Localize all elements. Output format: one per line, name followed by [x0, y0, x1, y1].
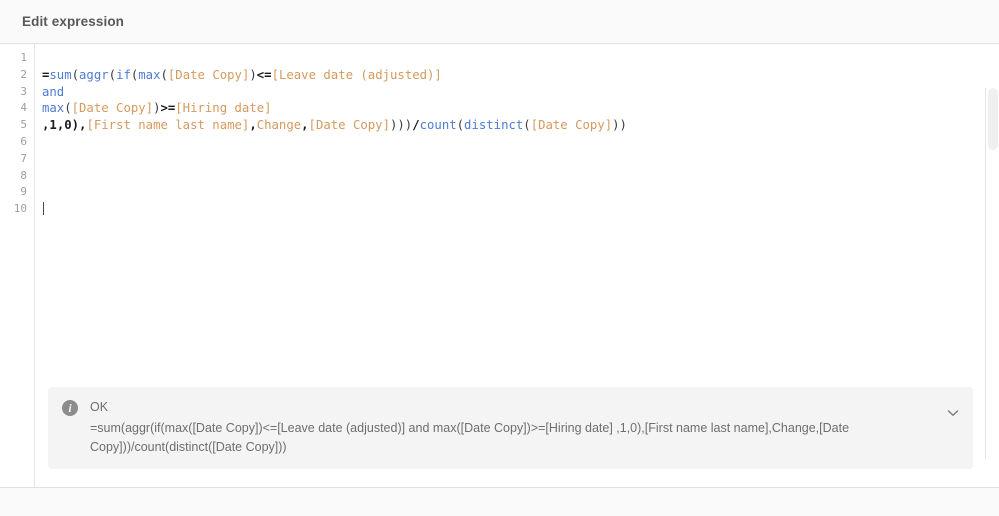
- status-badge: OK: [90, 400, 109, 414]
- code-token-plain: (: [456, 118, 465, 133]
- code-token-fn: sum: [49, 67, 72, 82]
- code-token-num: 0: [64, 118, 72, 133]
- code-line[interactable]: [42, 151, 999, 168]
- line-number: 8: [20, 168, 27, 182]
- code-token-fn: max: [42, 101, 65, 116]
- code-line[interactable]: [42, 50, 999, 67]
- code-token-field: [First name last name]: [86, 118, 250, 133]
- code-token-fn: count: [419, 118, 457, 133]
- code-token-field: [Date Copy]: [71, 101, 154, 116]
- code-token-plain: (: [160, 67, 168, 82]
- line-number: 9: [20, 185, 27, 199]
- code-token-op: >=: [160, 101, 176, 116]
- code-token-plain: ): [249, 67, 257, 82]
- code-token-field: [Date Copy]: [308, 118, 390, 133]
- code-line[interactable]: ,1,0),[First name last name],Change,[Dat…: [42, 117, 999, 134]
- dialog-header: Edit expression: [0, 0, 999, 44]
- expression-preview: =sum(aggr(if(max([Date Copy])<=[Leave da…: [90, 421, 850, 454]
- code-token-fn: if: [116, 67, 131, 82]
- dialog-body: 1 2 3 4 5 6 7 8 9 10 =sum(aggr(if(max([Date Copy]…: [0, 44, 999, 488]
- dialog-footer: [0, 488, 999, 516]
- line-number: 2: [20, 67, 27, 81]
- code-line[interactable]: =sum(aggr(if(max([Date Copy])<=[Leave da…: [42, 67, 999, 84]
- code-line[interactable]: [42, 134, 999, 151]
- line-number: 4: [20, 101, 27, 115]
- code-token-fn: aggr: [79, 67, 109, 82]
- code-token-num: 1: [49, 118, 57, 133]
- code-token-plain: ))): [389, 118, 413, 133]
- info-icon: i: [62, 400, 78, 416]
- line-number: 10: [13, 202, 27, 216]
- code-token-field: Change: [256, 118, 302, 133]
- code-line[interactable]: max([Date Copy])>=[Hiring date]: [42, 100, 999, 117]
- page-title: Edit expression: [22, 14, 125, 29]
- code-token-plain: (: [64, 101, 72, 116]
- chevron-down-icon[interactable]: [945, 405, 961, 421]
- code-token-op: ,: [301, 118, 309, 133]
- validation-content: OK =sum(aggr(if(max([Date Copy])<=[Leave…: [78, 398, 959, 456]
- code-token-field: [Hiring date]: [175, 101, 272, 116]
- edit-expression-dialog: Edit expression 1 2 3 4 5 6 7 8 9 10 =sum(aggr(if…: [0, 0, 999, 516]
- code-token-fn: and: [42, 84, 65, 99]
- code-token-fn: max: [138, 67, 161, 82]
- code-line[interactable]: [42, 201, 999, 218]
- line-number: 6: [20, 134, 27, 148]
- code-line[interactable]: [42, 184, 999, 201]
- line-number-gutter: 1 2 3 4 5 6 7 8 9 10: [0, 44, 35, 487]
- line-number: 7: [20, 151, 27, 165]
- vertical-scrollbar-track[interactable]: [985, 88, 999, 459]
- line-number: 5: [20, 118, 27, 132]
- code-token-field: [Date Copy]: [167, 67, 250, 82]
- code-token-op: ,: [249, 118, 257, 133]
- expression-validation-panel: i OK =sum(aggr(if(max([Date Copy])<=[Lea…: [48, 387, 973, 469]
- code-token-op: ),: [71, 118, 87, 133]
- text-cursor: [43, 202, 44, 216]
- code-token-plain: (: [523, 118, 531, 133]
- vertical-scrollbar-thumb[interactable]: [988, 88, 998, 150]
- code-token-plain: (: [108, 67, 117, 82]
- code-line[interactable]: [42, 168, 999, 185]
- code-token-plain: )): [612, 118, 627, 133]
- line-number: 3: [20, 84, 27, 98]
- code-token-op: /: [412, 118, 420, 133]
- code-token-field: [Leave date (adjusted)]: [271, 67, 442, 82]
- code-token-fn: distinct: [464, 118, 524, 133]
- code-token-field: [Date Copy]: [530, 118, 613, 133]
- line-number: 1: [20, 51, 27, 64]
- code-token-op: <=: [256, 67, 272, 82]
- code-line[interactable]: and: [42, 84, 999, 101]
- code-token-plain: (: [71, 67, 80, 82]
